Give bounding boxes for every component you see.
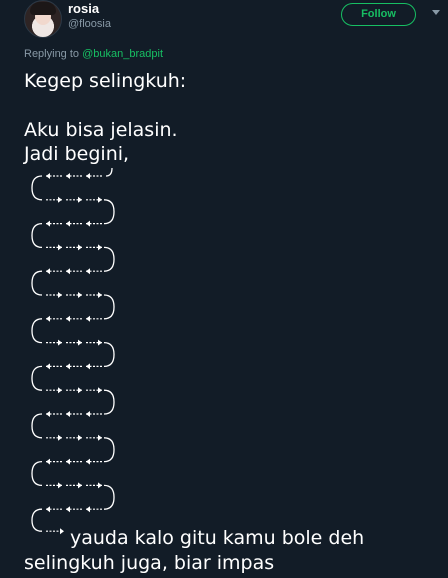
arrowhead-icon: [78, 339, 82, 346]
arrowhead-icon: [46, 363, 50, 370]
curve-right-connector: [103, 246, 115, 272]
curve-left-connector: [31, 270, 43, 296]
arrowhead-icon: [66, 173, 70, 179]
curve-right-connector: [103, 484, 115, 510]
arrowhead-icon: [46, 268, 50, 275]
arrowhead-icon: [86, 458, 90, 465]
arrowhead-icon: [46, 315, 50, 322]
arrowhead-icon: [58, 482, 62, 489]
curve-left-connector: [31, 318, 43, 344]
arrowhead-icon: [66, 220, 70, 227]
arrowhead-icon: [46, 506, 50, 513]
arrowhead-icon: [98, 434, 102, 441]
arrowhead-icon: [46, 411, 50, 417]
arrowhead-icon: [46, 220, 50, 227]
arrowhead-icon: [86, 268, 90, 275]
arrowhead-icon: [78, 292, 82, 298]
curve-left-connector: [31, 222, 43, 249]
arrowhead-icon: [86, 363, 90, 370]
curve-end-connector: [31, 508, 43, 532]
arrowhead-icon: [78, 244, 82, 251]
arrowhead-icon: [66, 268, 70, 275]
tweet-text-line: selingkuh juga, biar impas: [24, 552, 275, 574]
arrowhead-icon: [78, 387, 82, 394]
arrowhead-icon: [66, 363, 70, 370]
arrowhead-icon: [86, 315, 90, 322]
arrowhead-icon: [78, 196, 82, 203]
arrowhead-icon: [58, 292, 62, 298]
arrowhead-icon: [58, 339, 62, 346]
arrowhead-icon: [66, 506, 70, 513]
arrowhead-icon: [60, 528, 64, 535]
curve-right-connector: [103, 437, 115, 463]
curve-right-connector: [103, 199, 115, 225]
arrowhead-icon: [98, 292, 102, 298]
arrowhead-icon: [98, 196, 102, 203]
arrowhead-icon: [58, 196, 62, 203]
arrowhead-icon: [86, 173, 90, 179]
dashed-zigzag-arrow-icon: [31, 167, 115, 535]
arrowhead-icon: [58, 434, 62, 441]
arrowhead-icon: [86, 411, 90, 417]
arrowhead-icon: [66, 411, 70, 417]
arrowhead-icon: [98, 482, 102, 489]
arrowhead-icon: [86, 220, 90, 227]
curve-right-connector: [103, 341, 115, 368]
arrowhead-icon: [86, 506, 90, 513]
curve-left-connector: [31, 413, 43, 439]
arrowhead-icon: [66, 458, 70, 465]
arrowhead-icon: [78, 482, 82, 489]
arrowhead-icon: [98, 387, 102, 394]
arrowhead-icon: [46, 173, 50, 179]
curve-right-connector: [103, 389, 115, 415]
arrowhead-icon: [98, 339, 102, 346]
arrowhead-icon: [58, 244, 62, 251]
arrowhead-icon: [98, 244, 102, 251]
arrowhead-icon: [66, 315, 70, 322]
tweet-text-line: yauda kalo gitu kamu bole deh: [70, 527, 365, 549]
arrowhead-icon: [78, 434, 82, 441]
arrowhead-icon: [46, 458, 50, 465]
curve-left-connector: [31, 365, 43, 391]
tweet-card: rosia @floosia Follow Replying to @bukan…: [0, 0, 448, 578]
curve-right-connector: [103, 294, 115, 320]
curve-start-hook: [105, 167, 113, 177]
curve-left-connector: [31, 175, 43, 201]
arrowhead-icon: [58, 387, 62, 394]
curve-left-connector: [31, 460, 43, 487]
